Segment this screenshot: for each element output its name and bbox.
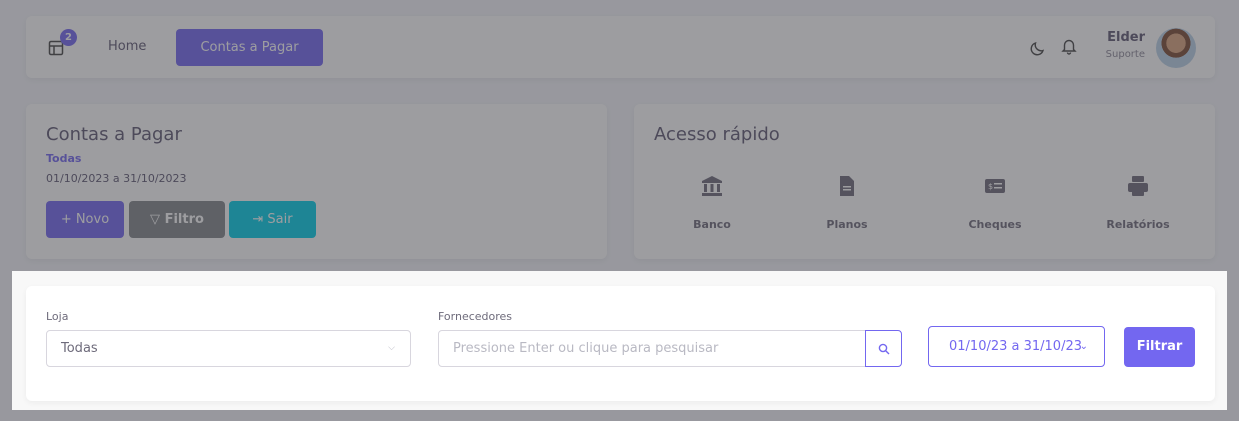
avatar[interactable] — [1156, 28, 1196, 68]
quick-access-title: Acesso rápido — [654, 124, 780, 145]
moon-icon[interactable] — [1029, 39, 1047, 57]
filter-icon: ▽ — [150, 212, 161, 227]
filter-panel-highlight: Loja Todas ⌵ Fornecedores Pressione Ente… — [12, 271, 1227, 410]
filter-toggle-label: Filtro — [164, 212, 204, 227]
apply-filter-button[interactable]: Filtrar — [1124, 327, 1195, 367]
date-range-value: 01/10/23 a 31/10/23 — [949, 339, 1083, 354]
summary-card: Contas a Pagar Todas 01/10/2023 a 31/10/… — [26, 104, 607, 259]
user-role: Suporte — [1105, 49, 1145, 60]
chevron-down-icon: ⌄ — [1079, 341, 1088, 352]
chevron-down-icon: ⌵ — [388, 343, 395, 353]
quick-access-plans-label: Planos — [826, 218, 868, 231]
store-label: Loja — [46, 310, 69, 323]
store-select-value: Todas — [61, 341, 98, 356]
quick-access-reports-label: Relatórios — [1106, 218, 1170, 231]
bank-icon — [700, 174, 724, 198]
quick-access-cheques[interactable]: $ Cheques — [940, 174, 1050, 231]
top-navbar: 2 Home Contas a Pagar Elder Suporte — [26, 16, 1215, 78]
search-icon — [878, 343, 890, 355]
store-select[interactable]: Todas ⌵ — [46, 330, 411, 367]
quick-access-card: Acesso rápido Banco Planos $ Cheques Rel… — [634, 104, 1215, 259]
cheque-icon: $ — [983, 174, 1007, 198]
filter-toggle-button[interactable]: ▽ Filtro — [129, 201, 225, 238]
summary-store: Todas — [46, 152, 82, 165]
quick-access-bank[interactable]: Banco — [657, 174, 767, 231]
svg-text:$: $ — [988, 182, 993, 191]
nav-home-link[interactable]: Home — [108, 39, 146, 54]
quick-access-bank-label: Banco — [693, 218, 731, 231]
summary-title: Contas a Pagar — [46, 124, 182, 145]
notification-badge: 2 — [60, 29, 77, 46]
summary-date-range: 01/10/2023 a 31/10/2023 — [46, 172, 187, 185]
date-range-picker[interactable]: 01/10/23 a 31/10/23 ⌄ — [928, 326, 1105, 367]
printer-icon — [1126, 174, 1150, 198]
file-icon — [835, 174, 859, 198]
exit-button-label: Sair — [267, 212, 293, 227]
quick-access-cheques-label: Cheques — [968, 218, 1022, 231]
quick-access-reports[interactable]: Relatórios — [1083, 174, 1193, 231]
bell-icon[interactable] — [1060, 37, 1078, 55]
nav-contas-a-pagar[interactable]: Contas a Pagar — [176, 29, 323, 66]
supplier-label: Fornecedores — [438, 310, 513, 323]
supplier-search-input[interactable]: Pressione Enter ou clique para pesquisar — [438, 330, 866, 367]
exit-button[interactable]: ⇥ Sair — [229, 201, 316, 238]
new-button[interactable]: + Novo — [46, 201, 124, 238]
user-name: Elder — [1107, 30, 1145, 45]
filter-card: Loja Todas ⌵ Fornecedores Pressione Ente… — [26, 286, 1215, 401]
sign-out-icon: ⇥ — [252, 212, 264, 227]
supplier-search-button[interactable] — [865, 330, 902, 367]
quick-access-plans[interactable]: Planos — [792, 174, 902, 231]
